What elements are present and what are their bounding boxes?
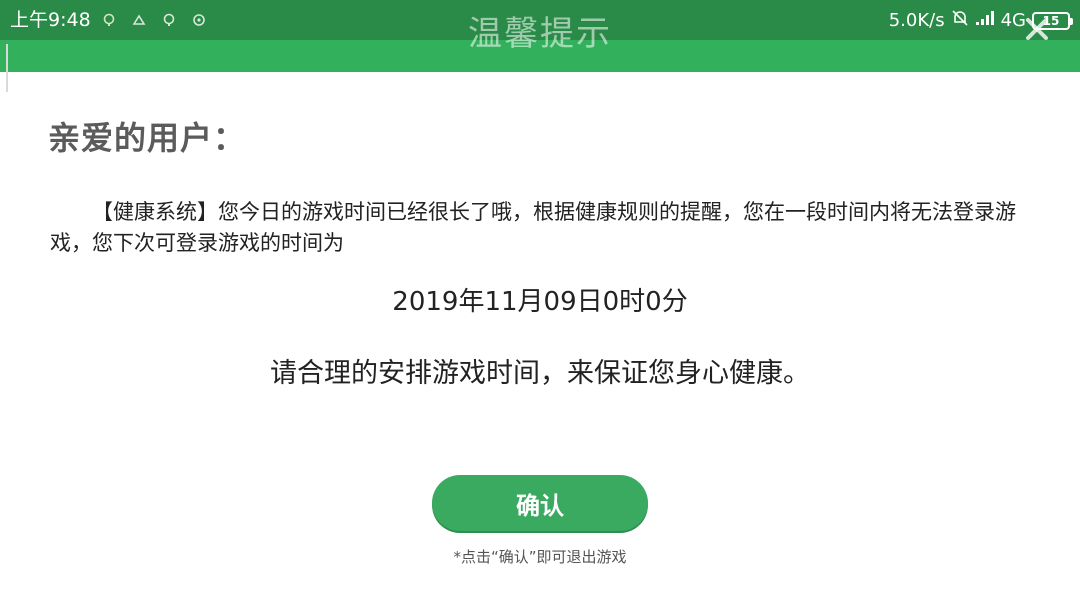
greeting: 亲爱的用户： (48, 119, 247, 157)
dialog-title: 温馨提示 (468, 14, 612, 54)
next-login-time: 2019年11月09日0时0分 (392, 287, 688, 317)
exit-hint: *点击“确认”即可退出游戏 (453, 548, 627, 566)
close-button[interactable] (1022, 14, 1052, 44)
advice-text: 请合理的安排游戏时间，来保证您身心健康。 (270, 358, 810, 389)
reminder-message: 【健康系统】您今日的游戏时间已经很长了哦，根据健康规则的提醒，您在一段时间内将无… (50, 200, 1016, 255)
scroll-edge (6, 44, 8, 92)
health-reminder-screen: 上午9:48 5.0K/s 4G 15 温馨提示 亲爱的用户： 【健康系统】您今… (0, 0, 1080, 608)
confirm-button[interactable]: 确认 (432, 475, 648, 531)
close-icon (1026, 18, 1048, 40)
